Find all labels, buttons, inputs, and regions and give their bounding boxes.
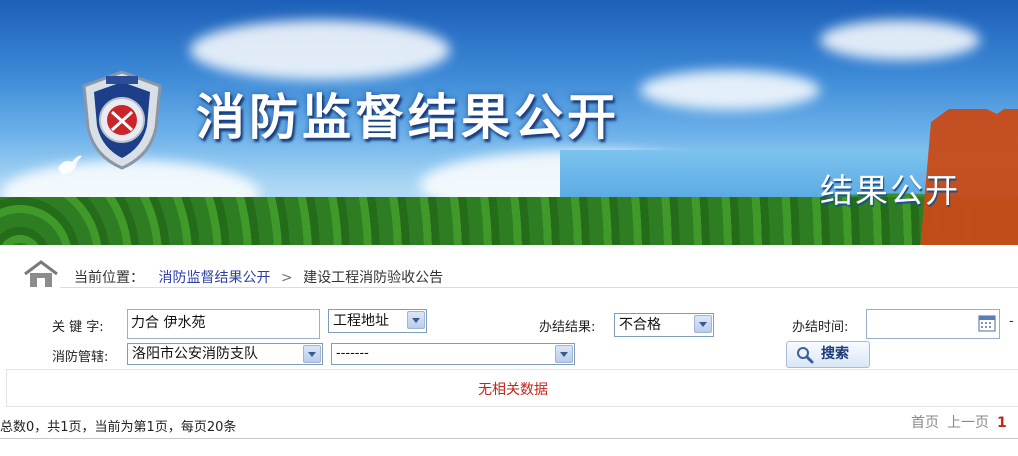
result-select-value: 不合格 <box>619 317 661 333</box>
breadcrumb-link-supervision[interactable]: 消防监督结果公开 <box>158 270 270 286</box>
first-page-link[interactable]: 首页 <box>911 415 939 431</box>
chevron-down-icon <box>555 345 573 363</box>
keyword-type-value: 工程地址 <box>333 313 389 329</box>
keyword-input[interactable]: 力合 伊水苑 <box>127 309 320 339</box>
time-range-dash: - <box>1009 314 1014 329</box>
breadcrumb-current: 建设工程消防验收公告 <box>303 270 444 286</box>
cloud <box>640 70 820 110</box>
breadcrumb-separator: > <box>280 270 293 286</box>
site-subtitle: 结果公开 <box>820 171 960 210</box>
result-select[interactable]: 不合格 <box>614 313 714 337</box>
keyword-label: 关 键 字: <box>52 320 104 335</box>
chevron-down-icon <box>694 315 712 333</box>
empty-message: 无相关数据 <box>478 382 548 398</box>
dept-select-value: 洛阳市公安消防支队 <box>132 346 258 362</box>
header-banner: 消防监督结果公开 结果公开 <box>0 0 1018 245</box>
results-table: 无相关数据 <box>6 369 1018 407</box>
chevron-down-icon <box>407 311 425 329</box>
breadcrumb-prefix: 当前位置： <box>74 270 144 286</box>
subdept-select-value: ------- <box>336 346 369 361</box>
calendar-icon[interactable] <box>978 314 996 332</box>
divider <box>60 287 1018 288</box>
fire-emblem-icon <box>82 70 162 170</box>
breadcrumb: 当前位置： 消防监督结果公开 > 建设工程消防验收公告 <box>0 255 1018 291</box>
dept-select[interactable]: 洛阳市公安消防支队 <box>127 343 323 365</box>
subdept-select[interactable]: ------- <box>331 343 575 365</box>
current-page: 1 <box>997 415 1007 431</box>
home-icon <box>24 260 58 287</box>
result-label: 办结结果: <box>539 320 596 335</box>
pagination: 首页 上一页 1 <box>911 412 1007 432</box>
cloud <box>190 20 450 80</box>
time-start-input[interactable] <box>866 309 1000 339</box>
cloud <box>820 20 980 60</box>
keyword-type-select[interactable]: 工程地址 <box>328 309 427 333</box>
search-button[interactable]: 搜索 <box>786 341 870 368</box>
dove-icon <box>58 155 82 174</box>
dept-label: 消防管辖: <box>52 350 109 365</box>
site-title: 消防监督结果公开 <box>196 89 621 146</box>
magnifier-icon <box>797 347 814 364</box>
pager-summary: 总数0，共1页，当前为第1页，每页20条 <box>0 420 237 435</box>
prev-page-link[interactable]: 上一页 <box>947 415 989 431</box>
chevron-down-icon <box>303 345 321 363</box>
divider <box>0 438 1018 439</box>
time-label: 办结时间: <box>792 320 849 335</box>
search-button-label: 搜索 <box>821 346 849 362</box>
